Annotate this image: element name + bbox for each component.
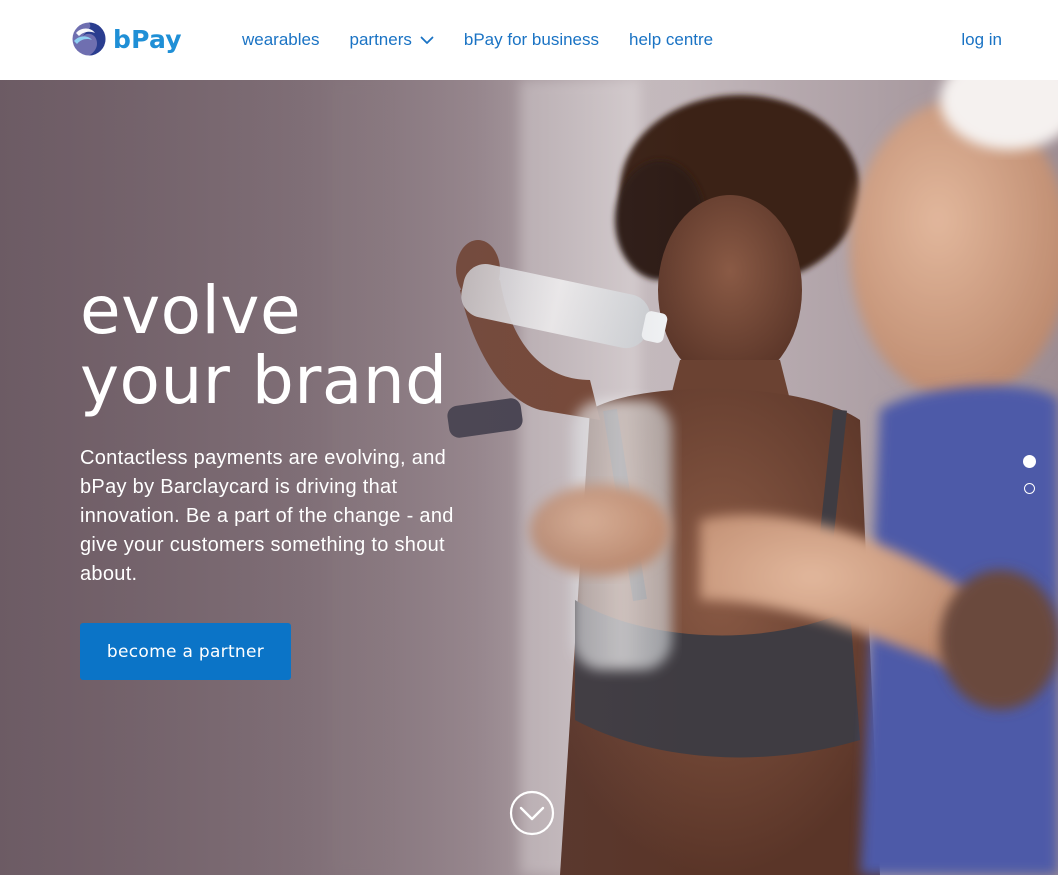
hero-description: Contactless payments are evolving, and b… [80,447,454,585]
nav-item-bpay-for-business[interactable]: bPay for business [464,30,599,50]
bpay-logo-icon [72,22,106,56]
nav-item-wearables[interactable]: wearables [242,30,320,50]
bpay-logo[interactable]: bPay [71,21,182,57]
hero-headline-line-2: your brand [80,342,448,419]
site-header: bPay wearables partners bPay for busines… [0,0,1058,80]
carousel-dot-2[interactable] [1024,483,1035,494]
hero-headline-line-1: evolve [80,272,302,349]
main-nav: wearables partners bPay for business hel… [242,0,743,80]
nav-item-label: help centre [629,30,714,49]
nav-item-partners[interactable]: partners [350,30,434,50]
become-partner-button[interactable]: become a partner [80,623,291,680]
carousel-pagination [1023,455,1036,509]
chevron-down-icon [420,36,434,44]
nav-item-help-centre[interactable]: help centre [629,30,713,50]
nav-item-label: bPay for business [463,30,600,49]
nav-item-label: wearables [242,30,320,49]
brand-name: bPay [113,24,182,54]
nav-item-label: partners [349,30,412,49]
carousel-dot-1[interactable] [1023,455,1036,468]
chevron-circle-down-icon[interactable] [509,790,555,836]
hero-headline: evolve your brand [80,276,448,416]
login-link[interactable]: log in [961,0,1002,80]
hero-banner: evolve your brand Contactless payments a… [0,80,1058,875]
